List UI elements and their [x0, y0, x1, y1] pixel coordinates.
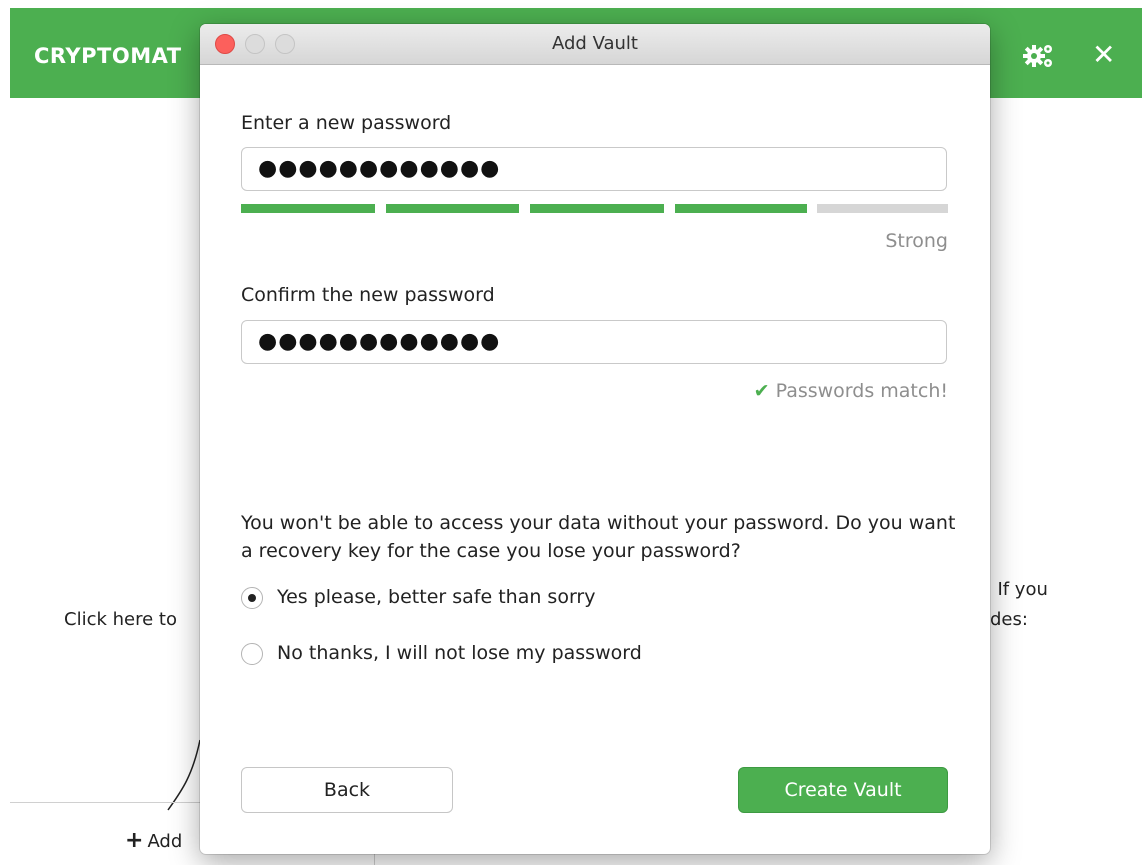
dialog-titlebar: Add Vault [200, 24, 990, 65]
check-icon: ✔ [753, 380, 770, 402]
dialog-title: Add Vault [552, 33, 638, 54]
new-password-input[interactable]: ●●●●●●●●●●●● [241, 147, 947, 191]
recovery-key-warning: You won't be able to access your data wi… [241, 512, 956, 562]
back-button[interactable]: Back [241, 767, 453, 813]
radio-yes-label: Yes please, better safe than sorry [277, 586, 596, 608]
radio-no-label: No thanks, I will not lose my password [277, 642, 642, 664]
app-title: CRYPTOMAT [34, 44, 182, 68]
passwords-match-text: Passwords match! [775, 380, 948, 402]
strength-label: Strong [885, 230, 948, 252]
add-vault-button[interactable]: + Add [125, 828, 182, 853]
settings-gear-icon[interactable] [1022, 38, 1056, 72]
strength-segment-3 [530, 204, 664, 213]
add-vault-dialog: Add Vault Enter a new password ●●●●●●●●●… [200, 24, 990, 854]
close-icon[interactable]: ✕ [1092, 38, 1115, 72]
welcome-text-line1: . If you [986, 579, 1048, 600]
passwords-match-status: ✔ Passwords match! [754, 380, 948, 402]
click-hint-text: Click here to [64, 609, 177, 630]
create-vault-button[interactable]: Create Vault [738, 767, 948, 813]
confirm-password-input[interactable]: ●●●●●●●●●●●● [241, 320, 947, 364]
strength-segment-2 [386, 204, 519, 213]
radio-yes[interactable] [241, 587, 263, 609]
new-password-label: Enter a new password [241, 112, 452, 134]
strength-segment-1 [241, 204, 375, 213]
confirm-password-label: Confirm the new password [241, 284, 495, 306]
welcome-text-line2: des: [990, 609, 1028, 630]
strength-segment-4 [675, 204, 807, 213]
plus-icon: + [125, 828, 144, 853]
strength-segment-5 [817, 204, 948, 213]
add-vault-label: Add [147, 831, 183, 852]
radio-no[interactable] [241, 643, 263, 665]
